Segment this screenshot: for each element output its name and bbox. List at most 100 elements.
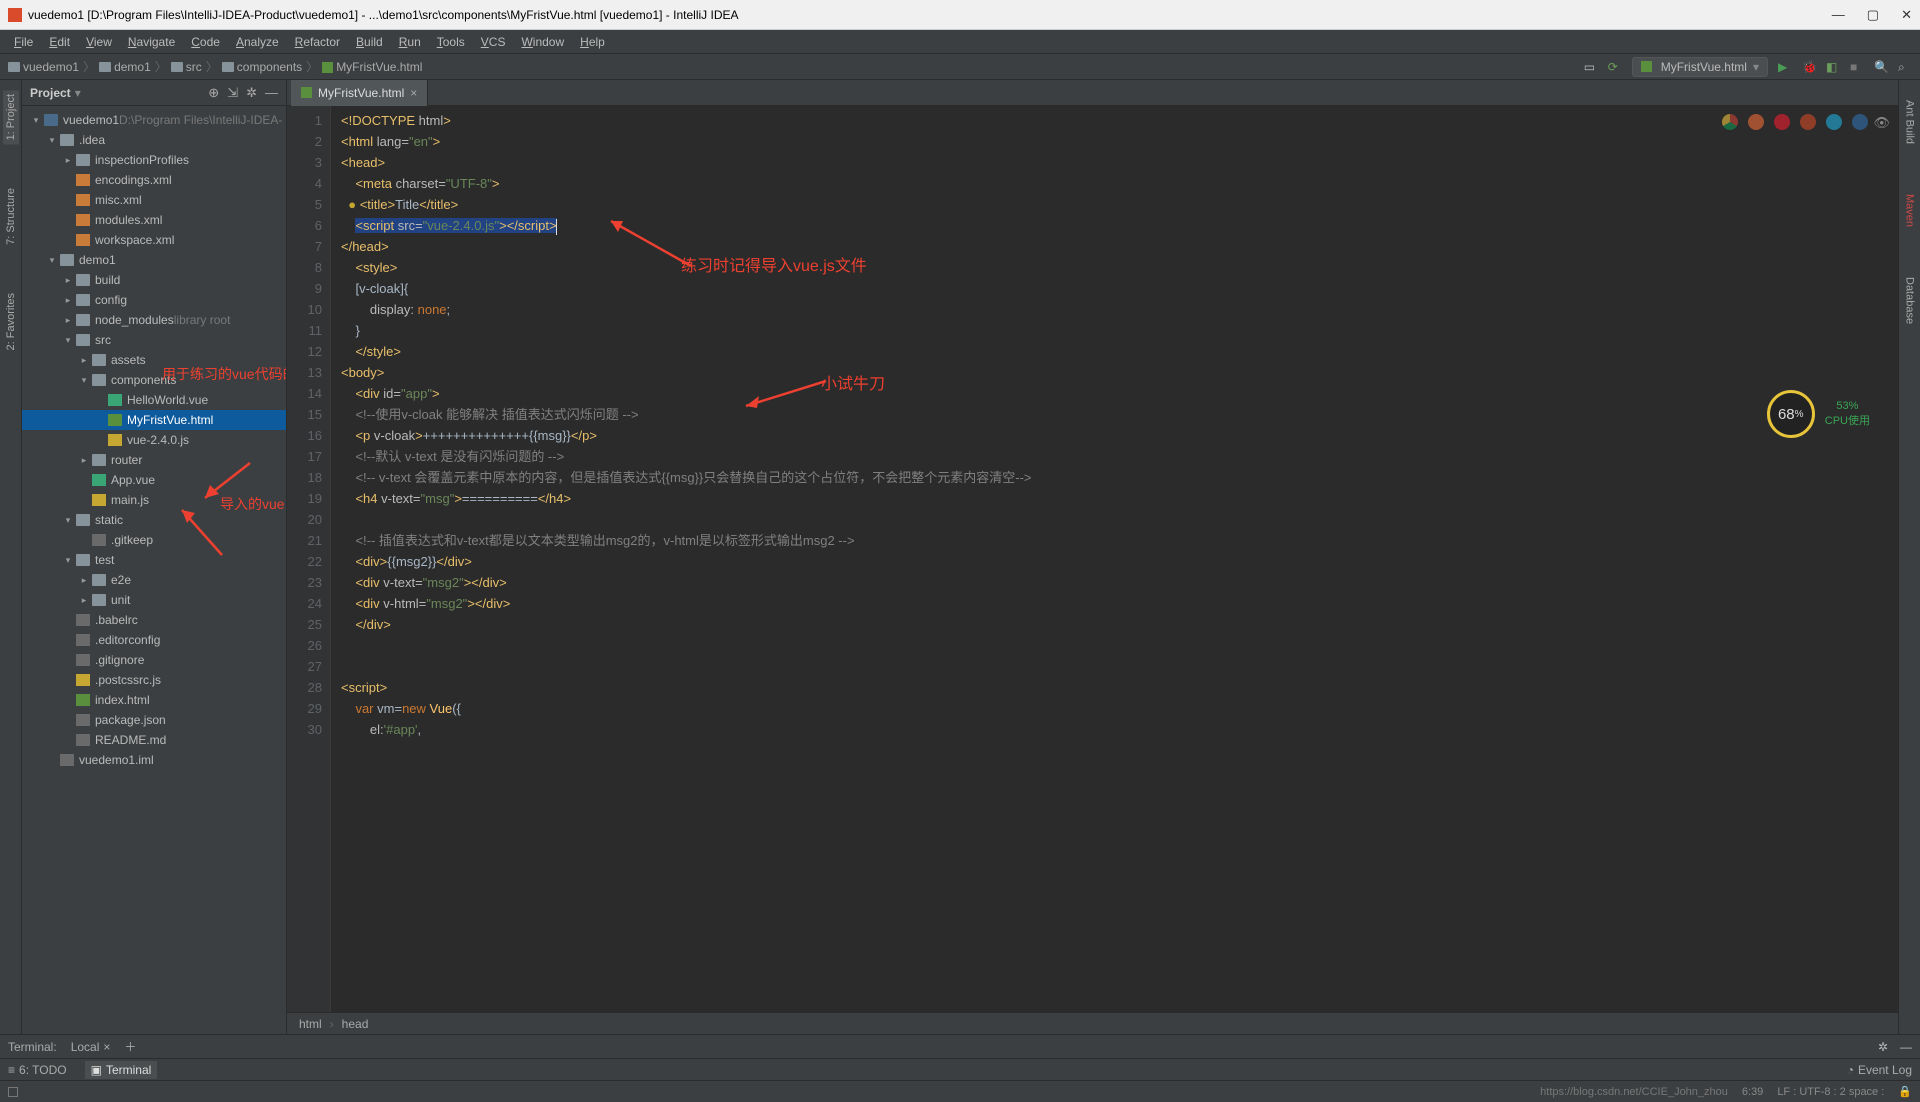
tree-item[interactable]: .editorconfig (22, 630, 286, 650)
tree-item[interactable]: vue-2.4.0.js (22, 430, 286, 450)
stop-icon[interactable]: ■ (1850, 60, 1864, 74)
tool-windows-toggle[interactable] (8, 1087, 18, 1097)
tree-item[interactable]: .babelrc (22, 610, 286, 630)
close-button[interactable]: ✕ (1901, 7, 1912, 23)
tree-item[interactable]: ▸e2e (22, 570, 286, 590)
tree-item[interactable]: ▾test (22, 550, 286, 570)
editor-breadcrumb[interactable]: html › head (287, 1012, 1898, 1034)
tree-item[interactable]: .postcssrc.js (22, 670, 286, 690)
project-tree[interactable]: 用于练习的vue代码的html 导入的vue.js ▾vuedemo1 D:\P… (22, 106, 286, 1034)
tree-item[interactable]: index.html (22, 690, 286, 710)
coverage-icon[interactable]: ◧ (1826, 60, 1840, 74)
tree-item[interactable]: ▸inspectionProfiles (22, 150, 286, 170)
browser-preview-icons[interactable] (1722, 114, 1868, 130)
run-icon[interactable]: ▶ (1778, 60, 1792, 74)
tree-item[interactable]: ▸unit (22, 590, 286, 610)
breadcrumb-item[interactable]: demo1 (99, 60, 151, 74)
menu-build[interactable]: Build (348, 31, 391, 53)
menu-navigate[interactable]: Navigate (120, 31, 183, 53)
code-content[interactable]: 👁 练习时记得导入vue.js文件 小试牛刀 <!DOCTYPE html><h… (331, 106, 1898, 1012)
tree-item[interactable]: workspace.xml (22, 230, 286, 250)
tree-item[interactable]: encodings.xml (22, 170, 286, 190)
hide-icon[interactable]: — (265, 85, 278, 100)
menu-refactor[interactable]: Refactor (287, 31, 348, 53)
editor-tab[interactable]: MyFristVue.html × (291, 80, 428, 106)
tree-item[interactable]: misc.xml (22, 190, 286, 210)
tree-item[interactable]: README.md (22, 730, 286, 750)
code-editor[interactable]: 1234567891011121314151617181920212223242… (287, 106, 1898, 1012)
project-view-dropdown[interactable]: ▾ (75, 86, 81, 100)
ie-icon[interactable] (1826, 114, 1842, 130)
maximize-button[interactable]: ▢ (1867, 7, 1879, 23)
tree-item[interactable]: ▸assets (22, 350, 286, 370)
firefox-icon[interactable] (1748, 114, 1764, 130)
breadcrumb-item[interactable]: head (342, 1017, 369, 1031)
tree-item[interactable]: HelloWorld.vue (22, 390, 286, 410)
safari-icon[interactable] (1774, 114, 1790, 130)
menu-analyze[interactable]: Analyze (228, 31, 287, 53)
todo-button[interactable]: ≡ 6: TODO (8, 1063, 67, 1077)
lock-icon[interactable]: 🔒 (1898, 1085, 1912, 1098)
tab-structure[interactable]: 7: Structure (3, 184, 19, 249)
sync-icon[interactable]: ⟳ (1608, 60, 1622, 74)
debug-icon[interactable]: 🐞 (1802, 60, 1816, 74)
tree-item[interactable]: vuedemo1.iml (22, 750, 286, 770)
tree-item[interactable]: ▸config (22, 290, 286, 310)
tree-item[interactable]: .gitignore (22, 650, 286, 670)
caret-position[interactable]: 6:39 (1742, 1086, 1763, 1098)
terminal-tab-local[interactable]: Local × (71, 1040, 111, 1054)
menu-run[interactable]: Run (391, 31, 429, 53)
menu-help[interactable]: Help (572, 31, 613, 53)
breadcrumb-item[interactable]: html (299, 1017, 322, 1031)
tree-item[interactable]: .gitkeep (22, 530, 286, 550)
add-terminal-button[interactable]: ＋ (124, 1038, 136, 1055)
tab-database[interactable]: Database (1904, 277, 1916, 324)
menu-code[interactable]: Code (183, 31, 228, 53)
terminal-button[interactable]: ▣ Terminal (85, 1061, 158, 1079)
event-log-button[interactable]: ◔ Event Log (1847, 1063, 1912, 1077)
tree-item[interactable]: ▾.idea (22, 130, 286, 150)
tab-favorites[interactable]: 2: Favorites (3, 289, 19, 354)
menu-window[interactable]: Window (513, 31, 572, 53)
opera-icon[interactable] (1800, 114, 1816, 130)
settings-icon[interactable]: ✲ (246, 85, 257, 101)
tree-item[interactable]: ▾src (22, 330, 286, 350)
tree-item[interactable]: MyFristVue.html (22, 410, 286, 430)
inspections-icon[interactable]: 👁 (1873, 112, 1890, 133)
tree-item[interactable]: ▾demo1 (22, 250, 286, 270)
breadcrumb-item[interactable]: src (171, 60, 202, 74)
tree-item[interactable]: modules.xml (22, 210, 286, 230)
menu-file[interactable]: File (6, 31, 41, 53)
menu-vcs[interactable]: VCS (473, 31, 514, 53)
tree-item[interactable]: ▾vuedemo1 D:\Program Files\IntelliJ-IDEA… (22, 110, 286, 130)
edge-icon[interactable] (1852, 114, 1868, 130)
breadcrumb-item[interactable]: MyFristVue.html (322, 60, 422, 74)
search-icon[interactable]: 🔍 (1874, 60, 1888, 74)
tool-settings-icon[interactable]: ✲ (1878, 1040, 1888, 1054)
tree-item[interactable]: ▾components (22, 370, 286, 390)
tree-item[interactable]: ▾static (22, 510, 286, 530)
find-icon[interactable]: ⌕ (1898, 60, 1912, 74)
tree-item[interactable]: package.json (22, 710, 286, 730)
breadcrumb-item[interactable]: vuedemo1 (8, 60, 79, 74)
close-icon[interactable]: × (410, 86, 417, 100)
open-icon[interactable]: ▭ (1584, 60, 1598, 74)
breadcrumb-item[interactable]: components (222, 60, 302, 74)
menu-edit[interactable]: Edit (41, 31, 78, 53)
tab-project[interactable]: 1: Project (3, 90, 19, 144)
menu-view[interactable]: View (78, 31, 120, 53)
breadcrumb[interactable]: vuedemo1〉demo1〉src〉components〉MyFristVue… (8, 58, 422, 75)
tab-maven[interactable]: Maven (1904, 194, 1916, 227)
close-icon[interactable]: × (103, 1040, 110, 1054)
target-icon[interactable]: ⊕ (208, 85, 219, 101)
menu-tools[interactable]: Tools (429, 31, 473, 53)
run-configuration[interactable]: MyFristVue.html ▾ (1632, 57, 1768, 77)
encoding-info[interactable]: LF : UTF-8 : 2 space : (1777, 1086, 1884, 1098)
minimize-button[interactable]: — (1832, 7, 1845, 23)
tree-item[interactable]: ▸build (22, 270, 286, 290)
chrome-icon[interactable] (1722, 114, 1738, 130)
tree-item[interactable]: ▸node_modules library root (22, 310, 286, 330)
tool-hide-icon[interactable]: — (1900, 1040, 1912, 1054)
collapse-icon[interactable]: ⇲ (227, 85, 238, 101)
tab-ant-build[interactable]: Ant Build (1904, 100, 1916, 144)
